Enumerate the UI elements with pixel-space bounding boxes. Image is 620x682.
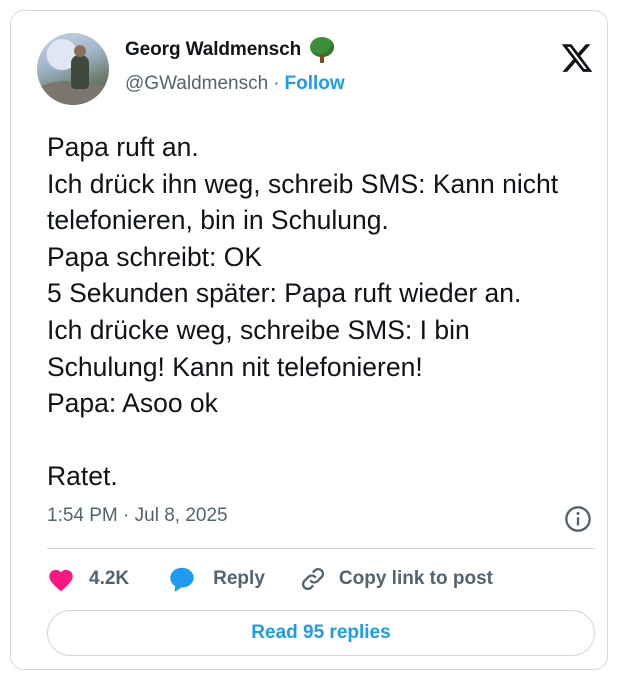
author-name-row[interactable]: Georg Waldmensch [125,37,335,63]
copy-link-label: Copy link to post [338,568,493,589]
info-icon[interactable] [564,505,592,533]
author-name[interactable]: Georg Waldmensch [125,39,301,61]
avatar[interactable] [37,33,109,105]
link-icon [301,567,324,591]
author-handle[interactable]: @GWaldmensch [125,73,268,95]
divider [47,548,595,549]
follow-button[interactable]: Follow [285,73,345,95]
copy-link-button[interactable]: Copy link to post [299,565,493,593]
reply-button[interactable]: Reply [167,565,265,593]
separator-dot: · [273,73,280,94]
read-replies-button[interactable]: Read 95 replies [47,610,595,656]
tweet-card: Georg Waldmensch @GWaldmensch · Follow P… [10,10,608,670]
like-count: 4.2K [89,568,130,589]
author-handle-row: @GWaldmensch · Follow [125,73,345,95]
reply-label: Reply [213,568,265,589]
speech-bubble-icon [170,567,194,592]
action-bar: 4.2K Reply Copy link to post [47,564,493,594]
tree-icon [309,37,335,63]
like-button[interactable]: 4.2K [47,566,129,592]
tweet-text: Papa ruft an. Ich drück ihn weg, schreib… [47,132,559,492]
heart-icon [49,569,73,592]
tweet-timestamp[interactable]: 1:54 PM · Jul 8, 2025 [47,505,228,527]
x-logo-icon[interactable] [560,41,594,75]
